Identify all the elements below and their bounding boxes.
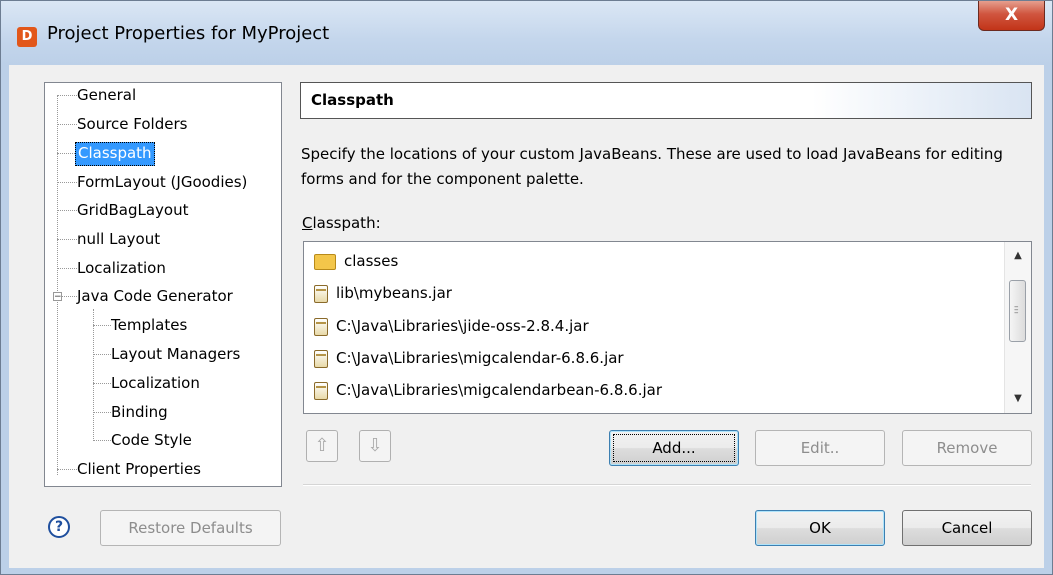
list-item[interactable]: classes	[314, 245, 398, 277]
remove-button[interactable]: Remove	[902, 430, 1032, 466]
jar-icon	[314, 381, 328, 400]
arrow-down-icon: ⇩	[367, 435, 383, 456]
move-up-button[interactable]: ⇧	[306, 430, 338, 462]
page-header: Classpath	[300, 82, 1032, 119]
restore-defaults-button[interactable]: Restore Defaults	[100, 510, 281, 546]
help-icon[interactable]: ?	[48, 516, 70, 538]
close-button[interactable]: X	[978, 1, 1045, 31]
classpath-list[interactable]: classes lib\mybeans.jar C:\Java\Librarie…	[303, 241, 1032, 414]
tree-item-formlayout[interactable]: FormLayout (JGoodies)	[75, 171, 249, 193]
tree-connector	[57, 95, 58, 475]
tree-item-java-code-generator[interactable]: Java Code Generator	[75, 285, 235, 307]
list-item-label: C:\Java\Libraries\jide-oss-2.8.4.jar	[336, 317, 589, 335]
scroll-up-arrow-icon[interactable]: ▲	[1005, 246, 1031, 266]
list-item-label: classes	[344, 252, 399, 270]
tree-item-templates[interactable]: Templates	[109, 314, 189, 336]
window-title: Project Properties for MyProject	[47, 23, 330, 44]
tree-connector	[57, 95, 77, 96]
list-item[interactable]: C:\Java\Libraries\jide-oss-2.8.4.jar	[314, 310, 589, 342]
tree-item-binding[interactable]: Binding	[109, 401, 170, 423]
tree-connector	[57, 268, 77, 269]
tree-item-null-layout[interactable]: null Layout	[75, 228, 162, 250]
edit-button[interactable]: Edit..	[755, 430, 885, 466]
tree-connector	[57, 182, 77, 183]
folder-icon	[314, 253, 336, 270]
tree-item-classpath[interactable]: Classpath	[75, 142, 155, 166]
list-item[interactable]: C:\Java\Libraries\migcalendar-6.8.6.jar	[314, 342, 624, 374]
settings-tree[interactable]: General Source Folders Classpath FormLay…	[44, 82, 282, 487]
tree-connector	[57, 210, 77, 211]
ok-button[interactable]: OK	[755, 510, 885, 546]
collapse-icon[interactable]: −	[53, 292, 62, 302]
scroll-down-arrow-icon[interactable]: ▼	[1005, 389, 1031, 409]
tree-item-source-folders[interactable]: Source Folders	[75, 113, 189, 135]
scrollbar-thumb[interactable]: – – –	[1009, 280, 1026, 342]
jar-icon	[314, 349, 328, 368]
tree-item-general[interactable]: General	[75, 84, 138, 106]
tree-connector	[57, 239, 77, 240]
tree-connector	[93, 309, 94, 441]
tree-connector	[57, 153, 77, 154]
tree-connector	[57, 124, 77, 125]
tree-item-localization[interactable]: Localization	[75, 257, 168, 279]
jar-icon	[314, 317, 328, 336]
tree-connector	[57, 469, 77, 470]
page-title: Classpath	[311, 91, 394, 109]
move-down-button[interactable]: ⇩	[359, 430, 391, 462]
tree-item-codegen-localization[interactable]: Localization	[109, 372, 202, 394]
tree-item-layout-managers[interactable]: Layout Managers	[109, 343, 242, 365]
classpath-label: Classpath:	[302, 214, 381, 232]
tree-item-code-style[interactable]: Code Style	[109, 429, 194, 451]
cancel-button[interactable]: Cancel	[902, 510, 1032, 546]
list-item-label: C:\Java\Libraries\migcalendarbean-6.8.6.…	[336, 381, 663, 399]
app-icon: D	[17, 27, 37, 47]
jar-icon	[314, 284, 328, 303]
classpath-label-rest: lasspath:	[312, 214, 381, 232]
focus-ring	[613, 434, 735, 462]
vertical-scrollbar[interactable]: ▲ – – – ▼	[1004, 242, 1031, 413]
list-item-label: C:\Java\Libraries\migcalendar-6.8.6.jar	[336, 349, 624, 367]
tree-item-client-properties[interactable]: Client Properties	[75, 458, 203, 480]
title-bar[interactable]: D Project Properties for MyProject X	[1, 1, 1052, 65]
tree-item-gridbaglayout[interactable]: GridBagLayout	[75, 199, 190, 221]
list-item-label: lib\mybeans.jar	[336, 284, 452, 302]
arrow-up-icon: ⇧	[314, 435, 330, 456]
add-button[interactable]: Add...	[609, 430, 739, 466]
divider	[303, 484, 1031, 486]
list-item[interactable]: lib\mybeans.jar	[314, 277, 452, 309]
page-description: Specify the locations of your custom Jav…	[301, 145, 1003, 188]
grip-icon: – – –	[1014, 302, 1019, 318]
list-item[interactable]: C:\Java\Libraries\migcalendarbean-6.8.6.…	[314, 374, 662, 406]
